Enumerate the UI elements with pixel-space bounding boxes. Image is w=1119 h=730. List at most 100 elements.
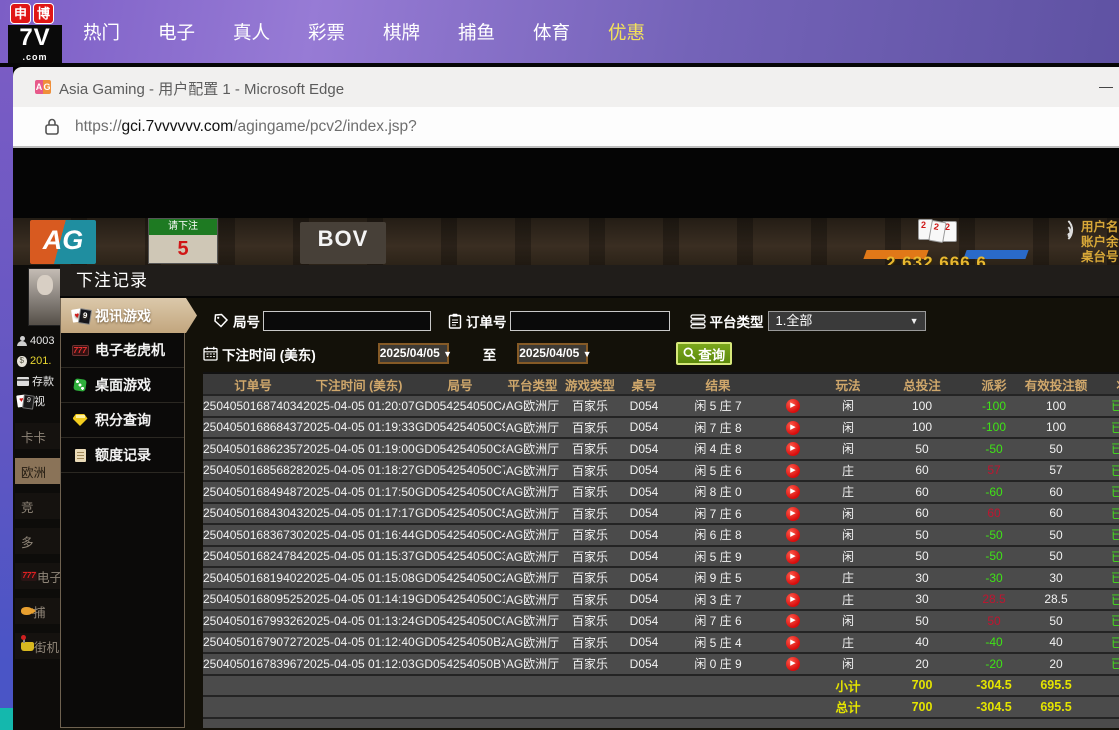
nav-menu-item[interactable]: 彩票	[289, 19, 364, 45]
total-payout: -304.5	[966, 700, 1022, 714]
sidebar-menu-label: 欧洲	[21, 462, 46, 481]
modal-sidebar-item[interactable]: 电子老虎机	[61, 333, 184, 368]
cell-platform: AG欧洲厅	[505, 526, 560, 543]
browser-urlbar[interactable]: https://gci.7vvvvvv.com/agingame/pcv2/in…	[13, 107, 1119, 148]
cell-order: 250405016790727	[203, 635, 303, 649]
nav-menu-item[interactable]: 电子	[139, 19, 214, 45]
nav-menu-item[interactable]: 热门	[64, 19, 139, 45]
play-video-icon[interactable]: ▶	[786, 399, 800, 413]
modal-sidebar-item[interactable]: 视讯游戏	[61, 298, 197, 333]
cell-valid: 100	[1022, 420, 1090, 434]
play-video-icon[interactable]: ▶	[786, 657, 800, 671]
cell-time: 2025-04-05 01:19:33	[303, 420, 415, 434]
date-from-button[interactable]: 2025/04/05 ▼	[378, 343, 449, 364]
play-video-icon[interactable]: ▶	[786, 464, 800, 478]
sidebar-menu-item[interactable]: 多	[15, 528, 60, 554]
total-bet: 700	[878, 700, 966, 714]
modal-sidebar: 视讯游戏 电子老虎机 桌面游戏	[60, 298, 185, 728]
cell-result: 闲 8 庄 0	[668, 483, 768, 500]
cell-result: 闲 7 庄 8	[668, 419, 768, 436]
bettime-label: 下注时间 (美东)	[203, 344, 316, 364]
cell-time: 2025-04-05 01:12:03	[303, 657, 415, 671]
cell-bet: 60	[878, 463, 966, 477]
arcade-icon	[21, 642, 34, 651]
subtotal-bet: 700	[878, 678, 966, 692]
cell-bet: 50	[878, 614, 966, 628]
url-text[interactable]: https://gci.7vvvvvv.com/agingame/pcv2/in…	[75, 118, 417, 136]
play-video-icon[interactable]: ▶	[786, 507, 800, 521]
nav-menu-item[interactable]: 优惠	[589, 19, 664, 45]
sidebar-menu-item[interactable]: 电子	[15, 563, 60, 589]
round-input[interactable]	[263, 311, 431, 331]
search-button[interactable]: 查询	[676, 342, 732, 365]
sidebar-menu-label: 电子	[37, 567, 60, 586]
cell-status: 已派彩	[1090, 419, 1119, 436]
play-video-icon[interactable]: ▶	[786, 593, 800, 607]
order-input[interactable]	[510, 311, 670, 331]
sidebar-menu-item[interactable]: 街机	[15, 633, 60, 659]
modal-sidebar-item[interactable]: 积分查询	[61, 403, 184, 438]
play-video-icon[interactable]: ▶	[786, 614, 800, 628]
cell-order: 250405016856828	[203, 463, 303, 477]
minimize-button[interactable]: —	[1099, 78, 1113, 94]
cell-platform: AG欧洲厅	[505, 397, 560, 414]
cell-valid: 100	[1022, 399, 1090, 413]
cell-order: 250405016824784	[203, 549, 303, 563]
date-to-button[interactable]: 2025/04/05 ▼	[517, 343, 588, 364]
browser-titlebar[interactable]: A G Asia Gaming - 用户配置 1 - Microsoft Edg…	[13, 67, 1119, 107]
sidebar-menu-item[interactable]: 捕	[15, 598, 60, 624]
cell-payout: -100	[966, 399, 1022, 413]
cell-order: 250405016862357	[203, 442, 303, 456]
play-video-icon[interactable]: ▶	[786, 571, 800, 585]
play-video-icon[interactable]: ▶	[786, 528, 800, 542]
sidebar-stat-row: 4003	[17, 331, 60, 351]
cell-game: 百家乐	[560, 397, 620, 414]
sidebar-menu-item[interactable]: 竞	[15, 493, 60, 519]
cell-tableno: D054	[620, 399, 668, 413]
cell-order: 250405016868437	[203, 420, 303, 434]
cell-round: GD054254050BY	[415, 657, 505, 671]
cell-platform: AG欧洲厅	[505, 591, 560, 608]
cell-round: GD054254050BZ	[415, 635, 505, 649]
table-row: 250405016809525 2025-04-05 01:14:19 GD05…	[203, 590, 1119, 612]
cell-play: 庄	[818, 634, 878, 651]
cell-status: 已派彩	[1090, 505, 1119, 522]
sidebar-stat-label: 视	[34, 393, 45, 409]
play-video-icon[interactable]: ▶	[786, 442, 800, 456]
bet-record-modal: 下注记录 视讯游戏 电子老虎机	[60, 265, 1119, 730]
cell-result: 闲 5 庄 6	[668, 462, 768, 479]
modal-sidebar-item[interactable]: 桌面游戏	[61, 368, 184, 403]
play-video-icon[interactable]: ▶	[786, 485, 800, 499]
cell-valid: 50	[1022, 549, 1090, 563]
nav-menu-item[interactable]: 真人	[214, 19, 289, 45]
casino-scene: AGASIA GAMING 请下注 5 BOV 222 2,632,666.6 …	[13, 218, 1119, 265]
doc-icon	[75, 449, 86, 462]
cell-tableno: D054	[620, 442, 668, 456]
sidebar-stat-label: 4003	[30, 335, 54, 347]
nav-menu-item[interactable]: 捕鱼	[439, 19, 514, 45]
nav-menu-item[interactable]: 体育	[514, 19, 589, 45]
cell-time: 2025-04-05 01:18:27	[303, 463, 415, 477]
cell-result: 闲 6 庄 8	[668, 526, 768, 543]
sidebar-menu-item[interactable]: 卡卡	[15, 423, 60, 449]
play-video-icon[interactable]: ▶	[786, 636, 800, 650]
person-icon	[17, 336, 27, 346]
col-play: 玩法	[818, 375, 878, 394]
avatar	[28, 268, 60, 326]
cell-round: GD054254050C7	[415, 463, 505, 477]
logo-badges: 申 博	[10, 3, 64, 24]
to-label: 至	[483, 344, 497, 364]
platform-select[interactable]: 1.全部 ▼	[768, 311, 926, 331]
play-video-icon[interactable]: ▶	[786, 421, 800, 435]
modal-sidebar-item[interactable]: 额度记录	[61, 438, 184, 473]
play-video-icon[interactable]: ▶	[786, 550, 800, 564]
top-nav: 申 博 7V .com 热门 电子 真人 彩票 棋牌 捕鱼 体育 优惠	[0, 0, 1119, 63]
sidebar-menu-item[interactable]: 欧洲	[15, 458, 60, 484]
cell-payout: 50	[966, 614, 1022, 628]
modal-body: 视讯游戏 电子老虎机 桌面游戏	[60, 298, 1119, 728]
nav-menu-item[interactable]: 棋牌	[364, 19, 439, 45]
cell-bet: 50	[878, 442, 966, 456]
site-logo[interactable]: 申 博 7V .com	[8, 3, 64, 63]
table-row: 250405016824784 2025-04-05 01:15:37 GD05…	[203, 547, 1119, 569]
cell-round: GD054254050C1	[415, 592, 505, 606]
